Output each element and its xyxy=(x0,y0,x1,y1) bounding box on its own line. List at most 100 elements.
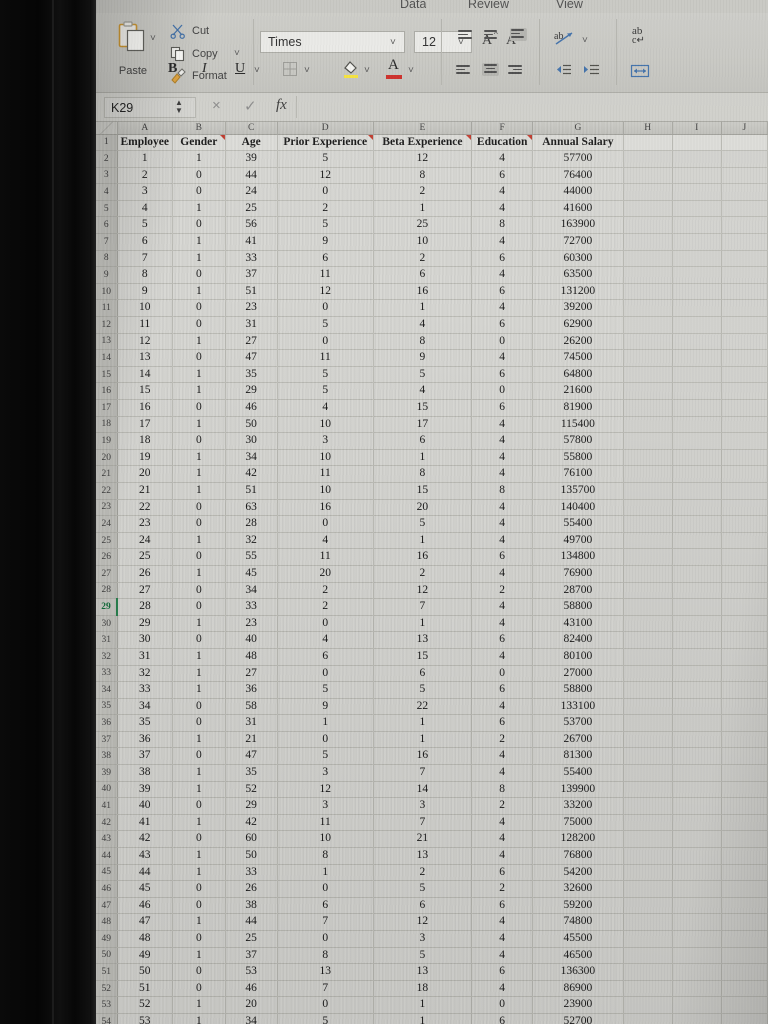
cell-H6[interactable] xyxy=(623,216,673,235)
cell-F14[interactable]: 4 xyxy=(471,349,534,367)
font-color-chevron-down-icon[interactable]: ˅ xyxy=(408,65,414,76)
cell-D7[interactable]: 9 xyxy=(277,233,374,251)
cell-H1[interactable] xyxy=(623,134,673,152)
cell-D19[interactable]: 3 xyxy=(277,432,374,450)
cell-J36[interactable] xyxy=(721,714,768,732)
cell-E9[interactable]: 6 xyxy=(373,266,473,284)
cut-scissors-icon[interactable] xyxy=(170,23,186,39)
cell-G46[interactable]: 32600 xyxy=(532,880,624,898)
row-header-21[interactable]: 21 xyxy=(96,465,118,483)
copy-chevron-down-icon[interactable]: ˅ xyxy=(234,48,240,59)
cell-D9[interactable]: 11 xyxy=(277,266,374,284)
cell-E27[interactable]: 2 xyxy=(373,565,473,583)
cell-C24[interactable]: 28 xyxy=(225,515,278,533)
cell-B13[interactable]: 1 xyxy=(172,333,226,351)
cell-F42[interactable]: 4 xyxy=(471,814,534,832)
borders-chevron-down-icon[interactable]: ˅ xyxy=(304,65,310,76)
cell-I40[interactable] xyxy=(672,781,722,799)
cell-H22[interactable] xyxy=(623,482,673,500)
cell-A51[interactable]: 50 xyxy=(117,963,173,981)
cell-A48[interactable]: 47 xyxy=(117,913,173,931)
cell-B53[interactable]: 1 xyxy=(172,996,226,1014)
cell-A12[interactable]: 11 xyxy=(117,316,173,334)
cell-A33[interactable]: 32 xyxy=(117,665,173,683)
cell-B15[interactable]: 1 xyxy=(172,366,226,384)
cell-F7[interactable]: 4 xyxy=(471,233,534,251)
cell-C3[interactable]: 44 xyxy=(225,167,278,185)
paste-icon[interactable] xyxy=(118,21,146,55)
cell-B2[interactable]: 1 xyxy=(172,150,226,168)
cell-I25[interactable] xyxy=(672,532,722,550)
cell-J41[interactable] xyxy=(721,797,768,815)
cell-I34[interactable] xyxy=(672,681,722,699)
column-header-d[interactable]: D xyxy=(277,122,374,135)
cell-A31[interactable]: 30 xyxy=(117,631,173,649)
cell-C19[interactable]: 30 xyxy=(225,432,278,450)
cell-D41[interactable]: 3 xyxy=(277,797,374,815)
cell-E40[interactable]: 14 xyxy=(373,781,473,799)
cell-J10[interactable] xyxy=(721,283,768,301)
cell-C38[interactable]: 47 xyxy=(225,747,278,766)
cell-H17[interactable] xyxy=(623,399,673,417)
cell-A9[interactable]: 8 xyxy=(117,266,173,284)
cell-J51[interactable] xyxy=(721,963,768,981)
cell-G38[interactable]: 81300 xyxy=(532,747,624,766)
cell-B12[interactable]: 0 xyxy=(172,316,226,334)
cell-G7[interactable]: 72700 xyxy=(532,233,624,251)
cell-F19[interactable]: 4 xyxy=(471,432,534,450)
cell-A14[interactable]: 13 xyxy=(117,349,173,367)
row-header-27[interactable]: 27 xyxy=(96,565,118,583)
copy-icon[interactable] xyxy=(170,46,186,62)
cell-D44[interactable]: 8 xyxy=(277,847,374,865)
cell-D34[interactable]: 5 xyxy=(277,681,374,699)
cell-E8[interactable]: 2 xyxy=(373,250,473,268)
cell-A28[interactable]: 27 xyxy=(117,582,173,600)
cell-B14[interactable]: 0 xyxy=(172,349,226,367)
cell-A30[interactable]: 29 xyxy=(117,615,173,633)
cell-H42[interactable] xyxy=(623,814,673,832)
cell-H34[interactable] xyxy=(623,681,673,699)
row-header-9[interactable]: 9 xyxy=(96,266,118,284)
cell-B27[interactable]: 1 xyxy=(172,565,226,583)
cell-C45[interactable]: 33 xyxy=(225,864,278,882)
cell-I48[interactable] xyxy=(672,913,722,931)
cell-D43[interactable]: 10 xyxy=(277,830,374,849)
cell-A2[interactable]: 1 xyxy=(117,150,173,168)
cell-F53[interactable]: 0 xyxy=(471,996,534,1014)
cell-C34[interactable]: 36 xyxy=(225,681,278,699)
cell-A43[interactable]: 42 xyxy=(117,830,173,849)
cell-H21[interactable] xyxy=(623,465,673,483)
copy-label[interactable]: Copy xyxy=(192,48,218,60)
cell-J6[interactable] xyxy=(721,216,768,235)
cell-I31[interactable] xyxy=(672,631,722,649)
cell-C7[interactable]: 41 xyxy=(225,233,278,251)
cell-E29[interactable]: 7 xyxy=(373,598,473,616)
cell-I19[interactable] xyxy=(672,432,722,450)
cell-F8[interactable]: 6 xyxy=(471,250,534,268)
cell-I22[interactable] xyxy=(672,482,722,500)
cell-I43[interactable] xyxy=(672,830,722,849)
cell-F24[interactable]: 4 xyxy=(471,515,534,533)
fill-color-chevron-down-icon[interactable]: ˅ xyxy=(364,65,370,76)
cell-F18[interactable]: 4 xyxy=(471,416,534,434)
cell-C44[interactable]: 50 xyxy=(225,847,278,865)
cell-F51[interactable]: 6 xyxy=(471,963,534,981)
cell-B51[interactable]: 0 xyxy=(172,963,226,981)
cell-E45[interactable]: 2 xyxy=(373,864,473,882)
row-header-46[interactable]: 46 xyxy=(96,880,118,898)
cell-H16[interactable] xyxy=(623,382,673,400)
cell-A45[interactable]: 44 xyxy=(117,864,173,882)
cell-F38[interactable]: 4 xyxy=(471,747,534,766)
cell-H8[interactable] xyxy=(623,250,673,268)
cell-H11[interactable] xyxy=(623,299,673,318)
cell-C41[interactable]: 29 xyxy=(225,797,278,815)
cell-H4[interactable] xyxy=(623,183,673,201)
cell-B20[interactable]: 1 xyxy=(172,449,226,467)
cell-E33[interactable]: 6 xyxy=(373,665,473,683)
cell-I14[interactable] xyxy=(672,349,722,367)
cell-F2[interactable]: 4 xyxy=(471,150,534,168)
cell-C2[interactable]: 39 xyxy=(225,150,278,168)
row-header-23[interactable]: 23 xyxy=(96,499,118,517)
cell-F34[interactable]: 6 xyxy=(471,681,534,699)
cell-D40[interactable]: 12 xyxy=(277,781,374,799)
